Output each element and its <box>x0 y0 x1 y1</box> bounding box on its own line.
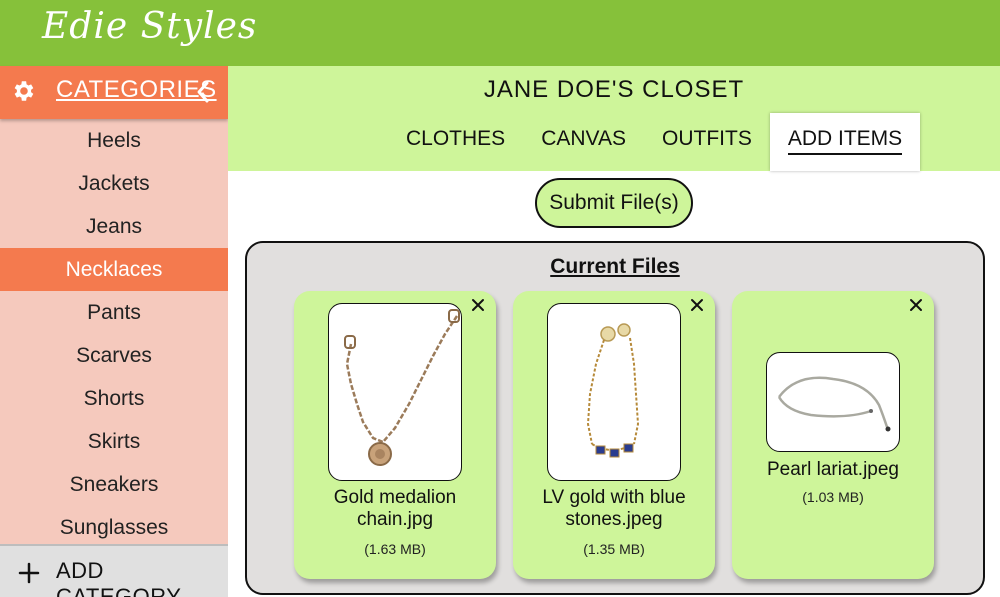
tab-label: OUTFITS <box>662 127 752 150</box>
add-category-button[interactable]: ADD CATEGORY <box>0 544 228 597</box>
add-category-label: ADD CATEGORY <box>56 558 182 597</box>
category-list: Heels Jackets Jeans Necklaces Pants Scar… <box>0 119 228 549</box>
categories-header[interactable]: CATEGORIES <box>0 66 228 119</box>
plus-icon <box>18 562 40 584</box>
current-files-title: Current Files <box>550 255 680 278</box>
page-title: JANE DOE'S CLOSET <box>483 76 745 103</box>
gear-icon[interactable] <box>10 78 36 104</box>
sidebar-item-skirts[interactable]: Skirts <box>0 420 228 463</box>
file-thumbnail <box>328 303 462 481</box>
file-size: (1.63 MB) <box>364 541 426 557</box>
sidebar-item-scarves[interactable]: Scarves <box>0 334 228 377</box>
chevron-left-icon[interactable] <box>194 80 212 104</box>
close-icon[interactable] <box>906 295 926 315</box>
sidebar: CATEGORIES Heels Jackets Jeans Necklaces… <box>0 66 228 597</box>
file-card: Pearl lariat.jpeg (1.03 MB) <box>732 291 934 579</box>
file-thumbnail <box>547 303 681 481</box>
sidebar-item-heels[interactable]: Heels <box>0 119 228 162</box>
file-name: Pearl lariat.jpeg <box>766 459 900 480</box>
tab-label: CLOTHES <box>406 127 506 150</box>
tab-canvas[interactable]: CANVAS <box>523 113 644 171</box>
file-card: Gold medalion chain.jpg (1.63 MB) <box>294 291 496 579</box>
file-card: LV gold with blue stones.jpeg (1.35 MB) <box>513 291 715 579</box>
top-bar: Edie Styles <box>0 0 1000 66</box>
tab-outfits[interactable]: OUTFITS <box>644 113 770 171</box>
tab-bar: CLOTHES CANVAS OUTFITS ADD ITEMS <box>388 113 921 171</box>
close-icon[interactable] <box>687 295 707 315</box>
sidebar-item-sunglasses[interactable]: Sunglasses <box>0 506 228 549</box>
necklace-image <box>777 376 891 432</box>
sidebar-item-jackets[interactable]: Jackets <box>0 162 228 205</box>
closet-header: JANE DOE'S CLOSET CLOTHES CANVAS OUTFITS… <box>228 66 1000 171</box>
categories-title[interactable]: CATEGORIES <box>56 76 217 104</box>
tab-clothes[interactable]: CLOTHES <box>388 113 523 171</box>
file-name: Gold medalion chain.jpg <box>333 487 457 530</box>
sidebar-item-jeans[interactable]: Jeans <box>0 205 228 248</box>
file-size: (1.35 MB) <box>583 541 645 557</box>
file-size: (1.03 MB) <box>802 489 864 505</box>
sidebar-item-shorts[interactable]: Shorts <box>0 377 228 420</box>
sidebar-item-sneakers[interactable]: Sneakers <box>0 463 228 506</box>
file-name: LV gold with blue stones.jpeg <box>542 487 686 530</box>
file-thumbnail <box>766 352 900 452</box>
close-icon[interactable] <box>468 295 488 315</box>
necklace-image <box>344 309 460 466</box>
tab-label: CANVAS <box>541 127 626 150</box>
sidebar-item-necklaces[interactable]: Necklaces <box>0 248 228 291</box>
sidebar-item-pants[interactable]: Pants <box>0 291 228 334</box>
necklace-image <box>586 323 640 458</box>
app-logo[interactable]: Edie Styles <box>42 6 257 47</box>
submit-files-button[interactable]: Submit File(s) <box>535 178 693 228</box>
tab-label: ADD ITEMS <box>787 127 903 155</box>
tab-add-items[interactable]: ADD ITEMS <box>769 113 921 171</box>
current-files-panel: Current Files Gold medalion chain.jpg (1… <box>245 241 985 595</box>
